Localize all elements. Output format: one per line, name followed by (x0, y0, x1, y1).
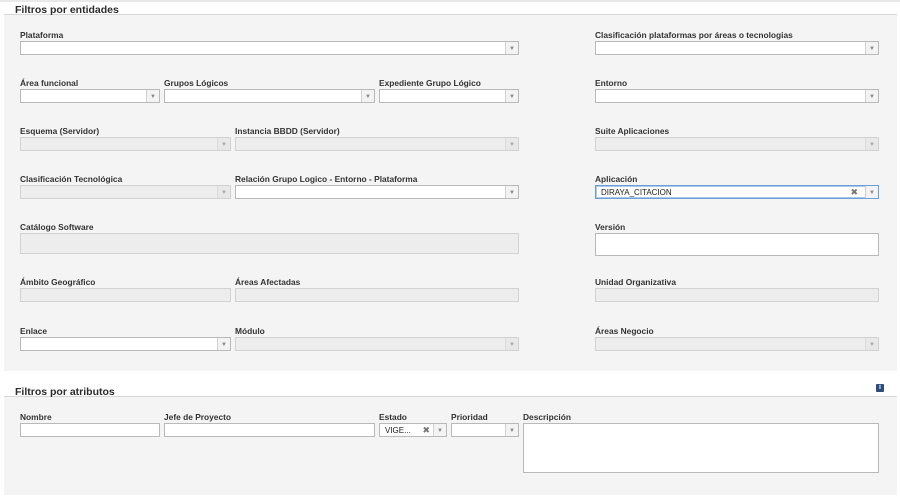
areas-afectadas-field (235, 288, 519, 302)
chevron-down-icon[interactable]: ▼ (865, 42, 878, 54)
clasificacion-tecnologica-select: ▼ (20, 185, 231, 199)
expediente-grupo-logico-select[interactable]: ▼ (379, 89, 519, 103)
info-icon[interactable]: i (876, 384, 884, 392)
version-label: Versión (595, 222, 626, 232)
grupos-logicos-select[interactable]: ▼ (164, 89, 375, 103)
instancia-bbdd-select: ▼ (235, 137, 519, 151)
entities-section-title: Filtros por entidades (15, 4, 119, 16)
chevron-down-icon: ▼ (505, 338, 518, 350)
chevron-down-icon[interactable]: ▼ (505, 90, 518, 102)
entorno-select[interactable]: ▼ (595, 89, 879, 103)
plataforma-label: Plataforma (20, 30, 64, 40)
clear-icon[interactable]: ✖ (422, 424, 430, 437)
chevron-down-icon[interactable]: ▼ (865, 90, 878, 102)
aplicacion-select[interactable]: DIRAYA_CITACION ✖ ▼ (595, 185, 879, 199)
clasificacion-plataformas-select[interactable]: ▼ (595, 41, 879, 55)
modulo-select: ▼ (235, 337, 519, 351)
area-funcional-label: Área funcional (20, 78, 79, 88)
clasificacion-tecnologica-label: Clasificación Tecnológica (20, 174, 123, 184)
instancia-bbdd-label: Instancia BBDD (Servidor) (235, 126, 340, 136)
aplicacion-label: Aplicación (595, 174, 638, 184)
plataforma-select[interactable]: ▼ (20, 41, 519, 55)
nombre-input[interactable] (20, 423, 160, 437)
chevron-down-icon[interactable]: ▼ (361, 90, 374, 102)
top-divider (0, 0, 900, 2)
clear-icon[interactable]: ✖ (850, 186, 858, 199)
catalogo-software-field (20, 233, 519, 254)
esquema-servidor-label: Esquema (Servidor) (20, 126, 100, 136)
chevron-down-icon: ▼ (217, 138, 230, 150)
grupos-logicos-label: Grupos Lógicos (164, 78, 229, 88)
chevron-down-icon[interactable]: ▼ (505, 42, 518, 54)
ambito-geografico-label: Ámbito Geográfico (20, 277, 96, 287)
enlace-select[interactable]: ▼ (20, 337, 231, 351)
entorno-label: Entorno (595, 78, 628, 88)
prioridad-select[interactable]: ▼ (451, 423, 519, 437)
relacion-grupo-select[interactable]: ▼ (235, 185, 519, 199)
expediente-grupo-logico-label: Expediente Grupo Lógico (379, 78, 481, 88)
descripcion-label: Descripción (523, 412, 571, 422)
descripcion-textarea[interactable] (523, 423, 879, 473)
chevron-down-icon[interactable]: ▼ (146, 90, 159, 102)
suite-aplicaciones-select: ▼ (595, 137, 879, 151)
chevron-down-icon: ▼ (505, 138, 518, 150)
modulo-label: Módulo (235, 326, 265, 336)
attributes-section-title: Filtros por atributos (15, 386, 115, 398)
area-funcional-select[interactable]: ▼ (20, 89, 160, 103)
version-input[interactable] (595, 233, 879, 256)
chevron-down-icon: ▼ (217, 186, 230, 198)
relacion-grupo-label: Relación Grupo Logico - Entorno - Plataf… (235, 174, 418, 184)
nombre-label: Nombre (20, 412, 52, 422)
chevron-down-icon[interactable]: ▼ (865, 186, 878, 198)
prioridad-label: Prioridad (451, 412, 488, 422)
areas-negocio-label: Áreas Negocio (595, 326, 654, 336)
suite-aplicaciones-label: Suite Aplicaciones (595, 126, 670, 136)
catalogo-software-label: Catálogo Software (20, 222, 94, 232)
unidad-organizativa-label: Unidad Organizativa (595, 277, 676, 287)
chevron-down-icon: ▼ (865, 338, 878, 350)
esquema-servidor-select: ▼ (20, 137, 231, 151)
areas-afectadas-label: Áreas Afectadas (235, 277, 301, 287)
chevron-down-icon: ▼ (865, 138, 878, 150)
estado-selected-value: VIGE... (385, 426, 411, 435)
estado-select[interactable]: VIGE... ✖ ▼ (379, 423, 447, 437)
chevron-down-icon[interactable]: ▼ (505, 186, 518, 198)
enlace-label: Enlace (20, 326, 48, 336)
estado-label: Estado (379, 412, 407, 422)
jefe-proyecto-input[interactable] (164, 423, 375, 437)
aplicacion-selected-value: DIRAYA_CITACION (601, 188, 672, 197)
jefe-proyecto-label: Jefe de Proyecto (164, 412, 232, 422)
chevron-down-icon[interactable]: ▼ (505, 424, 518, 436)
chevron-down-icon[interactable]: ▼ (217, 338, 230, 350)
areas-negocio-select: ▼ (595, 337, 879, 351)
unidad-organizativa-field (595, 288, 879, 302)
clasificacion-plataformas-label: Clasificación plataformas por áreas o te… (595, 30, 793, 40)
ambito-geografico-field (20, 288, 231, 302)
chevron-down-icon[interactable]: ▼ (433, 424, 446, 436)
